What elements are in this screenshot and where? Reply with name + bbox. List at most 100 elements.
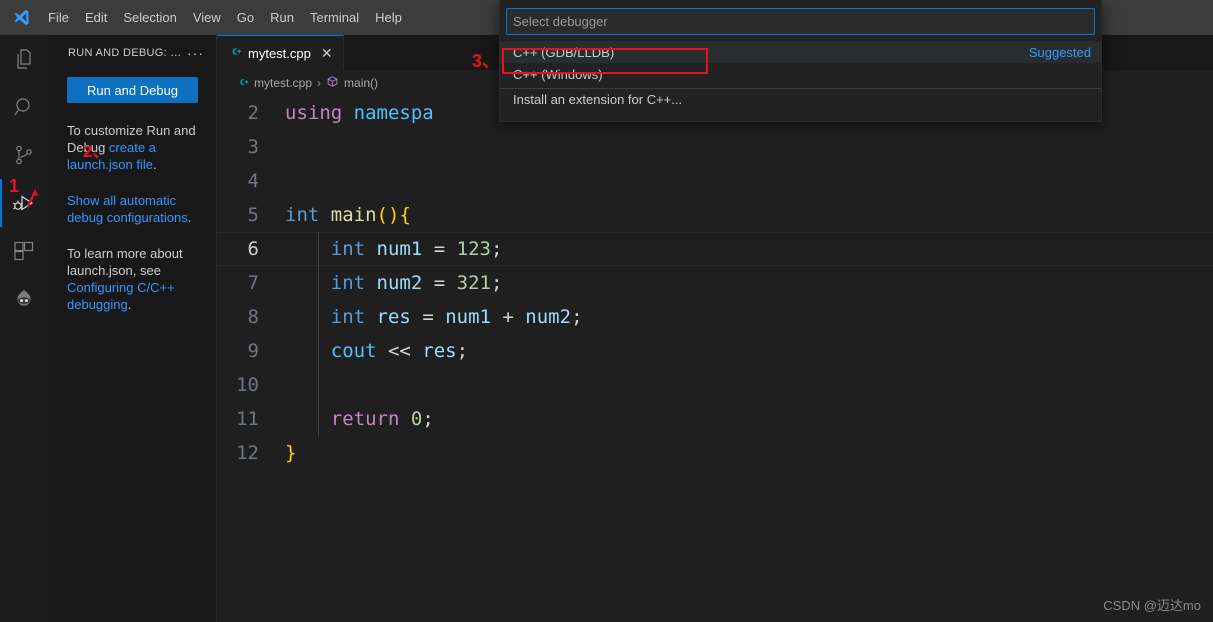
code-line-text: cout << res;: [285, 340, 468, 362]
activity-item-extensions[interactable]: [0, 227, 48, 275]
line-number: 7: [247, 272, 259, 294]
quick-pick-option[interactable]: C++ (GDB/LLDB) Suggested: [500, 41, 1101, 63]
line-number: 10: [236, 374, 259, 396]
close-icon[interactable]: ✕: [321, 46, 333, 60]
automatic-configs-period: .: [187, 210, 192, 225]
indent-guide: [318, 334, 319, 368]
code-line[interactable]: 3: [217, 130, 1213, 164]
quick-pick-option[interactable]: Install an extension for C++...: [500, 88, 1101, 110]
code-token: ;: [571, 306, 583, 328]
code-line[interactable]: 12}: [217, 436, 1213, 470]
learn-more-text: To learn more about launch.json, see: [67, 246, 183, 278]
indent-guide: [318, 232, 319, 266]
sidebar-more-actions-icon[interactable]: ···: [183, 45, 208, 61]
line-number: 2: [247, 102, 259, 124]
activity-bar: [0, 35, 48, 622]
configuring-cpp-debugging-link[interactable]: Configuring C/C++ debugging: [67, 280, 175, 312]
quick-pick-list: C++ (GDB/LLDB) Suggested C++ (Windows) Inst…: [500, 41, 1101, 110]
menu-view[interactable]: View: [185, 6, 229, 30]
indent-guide: [318, 368, 319, 402]
code-token: int: [330, 306, 366, 328]
menu-go[interactable]: Go: [229, 6, 262, 30]
code-editor[interactable]: 2 using namespa 3 4 5 int main(){6 int num1 =…: [217, 96, 1213, 622]
activity-item-explorer[interactable]: [0, 35, 48, 83]
line-number: 6: [247, 238, 259, 260]
code-line[interactable]: 6 int num1 = 123;: [217, 232, 1213, 266]
menu-file[interactable]: File: [40, 6, 77, 30]
code-token: cout: [330, 340, 377, 362]
breadcrumb-item-symbol[interactable]: main(): [344, 76, 378, 90]
activity-item-search[interactable]: [0, 83, 48, 131]
indent-guide: [318, 266, 319, 300]
code-token: namespa: [353, 102, 434, 124]
menu-edit[interactable]: Edit: [77, 6, 115, 30]
code-token: ;: [456, 340, 469, 362]
code-line[interactable]: 10: [217, 368, 1213, 402]
code-token: (): [376, 204, 400, 226]
breadcrumb-item-file[interactable]: mytest.cpp: [254, 76, 312, 90]
cpp-file-icon: [229, 45, 242, 61]
quick-pick-input-wrap: [500, 0, 1101, 41]
quick-pick-option[interactable]: C++ (Windows): [500, 63, 1101, 85]
code-token: num1: [445, 306, 491, 328]
code-token: return: [330, 408, 400, 430]
code-line[interactable]: 11 return 0;: [217, 402, 1213, 436]
breadcrumb-separator: ›: [317, 76, 322, 90]
run-and-debug-icon: [12, 191, 36, 215]
activity-item-account-bot[interactable]: [0, 275, 48, 323]
menu-run[interactable]: Run: [262, 6, 302, 30]
line-number: 11: [236, 408, 259, 430]
activity-item-source-control[interactable]: [0, 131, 48, 179]
search-icon: [12, 95, 36, 119]
learn-more-period: .: [127, 297, 132, 312]
editor-tab-mytest-cpp[interactable]: mytest.cpp ✕: [217, 35, 344, 70]
line-number: 4: [247, 170, 259, 192]
code-line[interactable]: 5 int main(){: [217, 198, 1213, 232]
sidebar-run-and-debug: RUN AND DEBUG: R... ··· Run and Debug To…: [48, 35, 217, 622]
line-number: 5: [247, 204, 259, 226]
line-number: 3: [247, 136, 259, 158]
code-line[interactable]: 4: [217, 164, 1213, 198]
code-token: int: [285, 204, 320, 226]
files-icon: [12, 47, 36, 71]
vscode-logo-icon: [8, 7, 34, 29]
indent-guide: [318, 300, 319, 334]
cpp-file-icon: [237, 76, 249, 91]
run-and-debug-button[interactable]: Run and Debug: [67, 77, 198, 103]
indent-guide: [318, 402, 319, 436]
sidebar-body: Run and Debug To customize Run and Debug…: [48, 77, 216, 313]
code-token: main: [330, 204, 377, 226]
code-token: {: [399, 204, 411, 226]
quick-pick-select-debugger: C++ (GDB/LLDB) Suggested C++ (Windows) Inst…: [499, 0, 1102, 122]
editor-group: mytest.cpp ✕ mytest.cpp › main() 2 using…: [217, 35, 1213, 622]
code-token: num2: [525, 306, 572, 328]
menu-terminal[interactable]: Terminal: [302, 6, 367, 30]
code-line[interactable]: 9 cout << res;: [217, 334, 1213, 368]
customize-launch-period: .: [153, 157, 157, 172]
code-token: 123: [456, 238, 491, 260]
code-line-text: using namespa: [285, 102, 434, 124]
menu-selection[interactable]: Selection: [115, 6, 184, 30]
code-line[interactable]: 8 int res = num1 + num2;: [217, 300, 1213, 334]
quick-pick-input[interactable]: [506, 8, 1095, 35]
code-token: <<: [376, 340, 423, 362]
activity-item-run-and-debug[interactable]: [0, 179, 48, 227]
menu-help[interactable]: Help: [367, 6, 410, 30]
code-line[interactable]: 7 int num2 = 321;: [217, 266, 1213, 300]
line-number: 9: [247, 340, 259, 362]
code-line-text: int main(){: [285, 204, 411, 226]
code-token: =: [410, 306, 446, 328]
show-automatic-debug-configurations-link[interactable]: Show all automatic debug configurations: [67, 193, 188, 225]
code-token: }: [285, 442, 297, 464]
code-token: =: [422, 272, 457, 294]
code-token: res: [376, 306, 411, 328]
vscode-window: File Edit Selection View Go Run Terminal…: [0, 0, 1213, 622]
line-number: 8: [247, 306, 259, 328]
code-token: ;: [490, 272, 503, 294]
customize-launch-paragraph: To customize Run and Debug create a laun…: [67, 122, 197, 173]
source-control-icon: [12, 143, 36, 167]
